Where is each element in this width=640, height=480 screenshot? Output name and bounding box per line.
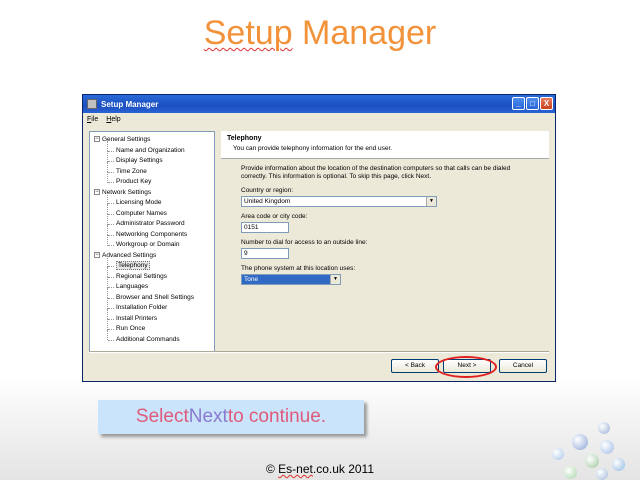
tree-item-label: Computer Names: [116, 209, 167, 217]
settings-tree[interactable]: − General Settings Name and Organization Di…: [89, 131, 215, 353]
chevron-down-icon[interactable]: ▼: [426, 197, 436, 206]
tree-group[interactable]: − General Settings: [94, 135, 150, 144]
tree-group[interactable]: − Network Settings: [94, 188, 151, 197]
tree-item[interactable]: Workgroup or Domain: [116, 240, 179, 249]
tree-item-label: Installation Folder: [116, 304, 168, 311]
copyright-footer: © Es-net.co.uk 2011: [0, 462, 640, 476]
tree-item[interactable]: Installation Folder: [116, 303, 167, 312]
tree-item-label: Run Once: [116, 325, 146, 332]
window-title: Setup Manager: [101, 99, 159, 109]
tree-item[interactable]: Additional Commands: [116, 335, 180, 344]
bubble-decoration: [596, 468, 608, 480]
callout-text-next: Next: [188, 406, 228, 427]
tree-group[interactable]: − Advanced Settings: [94, 251, 156, 260]
tree-item[interactable]: Licensing Mode: [116, 198, 162, 207]
tree-item[interactable]: Telephony: [116, 261, 150, 270]
menubar: File Help: [83, 113, 555, 125]
button-divider: [89, 351, 549, 353]
panel-header: Telephony You can provide telephony info…: [221, 131, 549, 159]
maximize-button[interactable]: □: [526, 97, 539, 110]
tree-item[interactable]: Run Once: [116, 324, 145, 333]
panel-description: Provide information about the location o…: [241, 165, 511, 180]
country-label: Country or region:: [241, 187, 294, 194]
tree-item-label: Additional Commands: [116, 335, 180, 343]
close-button[interactable]: X: [540, 97, 553, 110]
phone-system-label: The phone system at this location uses:: [241, 265, 356, 272]
menu-help[interactable]: Help: [106, 116, 120, 123]
tree-item-label: Networking Components: [116, 230, 188, 238]
area-code-input[interactable]: 0151: [241, 222, 289, 233]
tree-item[interactable]: Install Printers: [116, 314, 157, 323]
tree-item-label: Network Settings: [102, 188, 152, 196]
next-highlight-ring: [435, 356, 497, 378]
tree-item-label: Browser and Shell Settings: [116, 293, 195, 301]
tree-item-label: Administrator Password: [116, 220, 185, 227]
cancel-button[interactable]: Cancel: [499, 359, 547, 373]
tree-item-label: Languages: [116, 283, 149, 290]
country-value: United Kingdom: [244, 198, 291, 205]
tree-item[interactable]: Browser and Shell Settings: [116, 293, 194, 302]
area-code-label: Area code or city code:: [241, 213, 308, 220]
outside-line-input[interactable]: 9: [241, 248, 289, 259]
back-button[interactable]: < Back: [391, 359, 439, 373]
tree-item-label: Install Printers: [116, 314, 158, 322]
outside-line-label: Number to dial for access to an outside …: [241, 239, 368, 246]
menu-file[interactable]: File: [87, 116, 98, 123]
instruction-callout: Select Next to continue.: [98, 400, 364, 434]
tree-item-label: General Settings: [102, 136, 151, 143]
slide-title-part1: Setup: [203, 14, 293, 52]
tree-item-label: Advanced Settings: [102, 251, 157, 259]
bubble-decoration: [564, 466, 577, 479]
slide-title-part2: Manager: [292, 14, 437, 52]
tree-item[interactable]: Name and Organization: [116, 146, 185, 155]
phone-system-select[interactable]: Tone ▼: [241, 274, 341, 285]
tree-item-label: Telephony: [116, 261, 150, 270]
tree-item[interactable]: Computer Names: [116, 209, 167, 218]
bubble-decoration: [552, 448, 564, 460]
tree-item-label: Regional Settings: [116, 272, 167, 280]
window-titlebar[interactable]: Setup Manager _ □ X: [83, 95, 555, 113]
tree-item-label: Licensing Mode: [116, 199, 162, 206]
panel-subtitle: You can provide telephony information fo…: [233, 145, 393, 152]
footer-copy: ©: [265, 462, 279, 476]
tree-item[interactable]: Time Zone: [116, 167, 147, 176]
setup-manager-window: Setup Manager _ □ X File Help − General S…: [82, 94, 556, 382]
collapse-icon[interactable]: −: [94, 136, 100, 143]
app-icon: [87, 99, 97, 109]
tree-item[interactable]: Regional Settings: [116, 272, 167, 281]
callout-text-2: to continue.: [227, 406, 327, 427]
country-select[interactable]: United Kingdom ▼: [241, 196, 437, 207]
telephony-panel: Telephony You can provide telephony info…: [221, 131, 549, 353]
tree-item[interactable]: Product Key: [116, 177, 151, 186]
panel-title: Telephony: [227, 135, 262, 142]
collapse-icon[interactable]: −: [94, 251, 100, 258]
bubble-decoration: [585, 454, 599, 468]
phone-system-value: Tone: [244, 276, 259, 283]
tree-item-label: Workgroup or Domain: [116, 241, 180, 248]
minimize-button[interactable]: _: [512, 97, 525, 110]
tree-item[interactable]: Languages: [116, 282, 148, 291]
bubble-decoration: [572, 434, 588, 450]
bubble-decoration: [612, 458, 625, 471]
bubble-decoration: [600, 440, 614, 454]
footer-brand: Es-net: [278, 462, 313, 476]
tree-item[interactable]: Administrator Password: [116, 219, 185, 228]
bubble-decoration: [598, 422, 610, 434]
tree-item-label: Product Key: [116, 178, 152, 185]
slide-title: Setup Manager: [0, 14, 640, 53]
chevron-down-icon[interactable]: ▼: [330, 275, 340, 284]
collapse-icon[interactable]: −: [94, 188, 100, 195]
tree-item[interactable]: Networking Components: [116, 230, 187, 239]
tree-item-label: Name and Organization: [116, 146, 185, 154]
callout-text-1: Select: [135, 406, 189, 427]
tree-item-label: Time Zone: [116, 167, 147, 175]
footer-rest: .co.uk 2011: [312, 462, 375, 476]
tree-item[interactable]: Display Settings: [116, 156, 163, 165]
tree-item-label: Display Settings: [116, 157, 163, 164]
